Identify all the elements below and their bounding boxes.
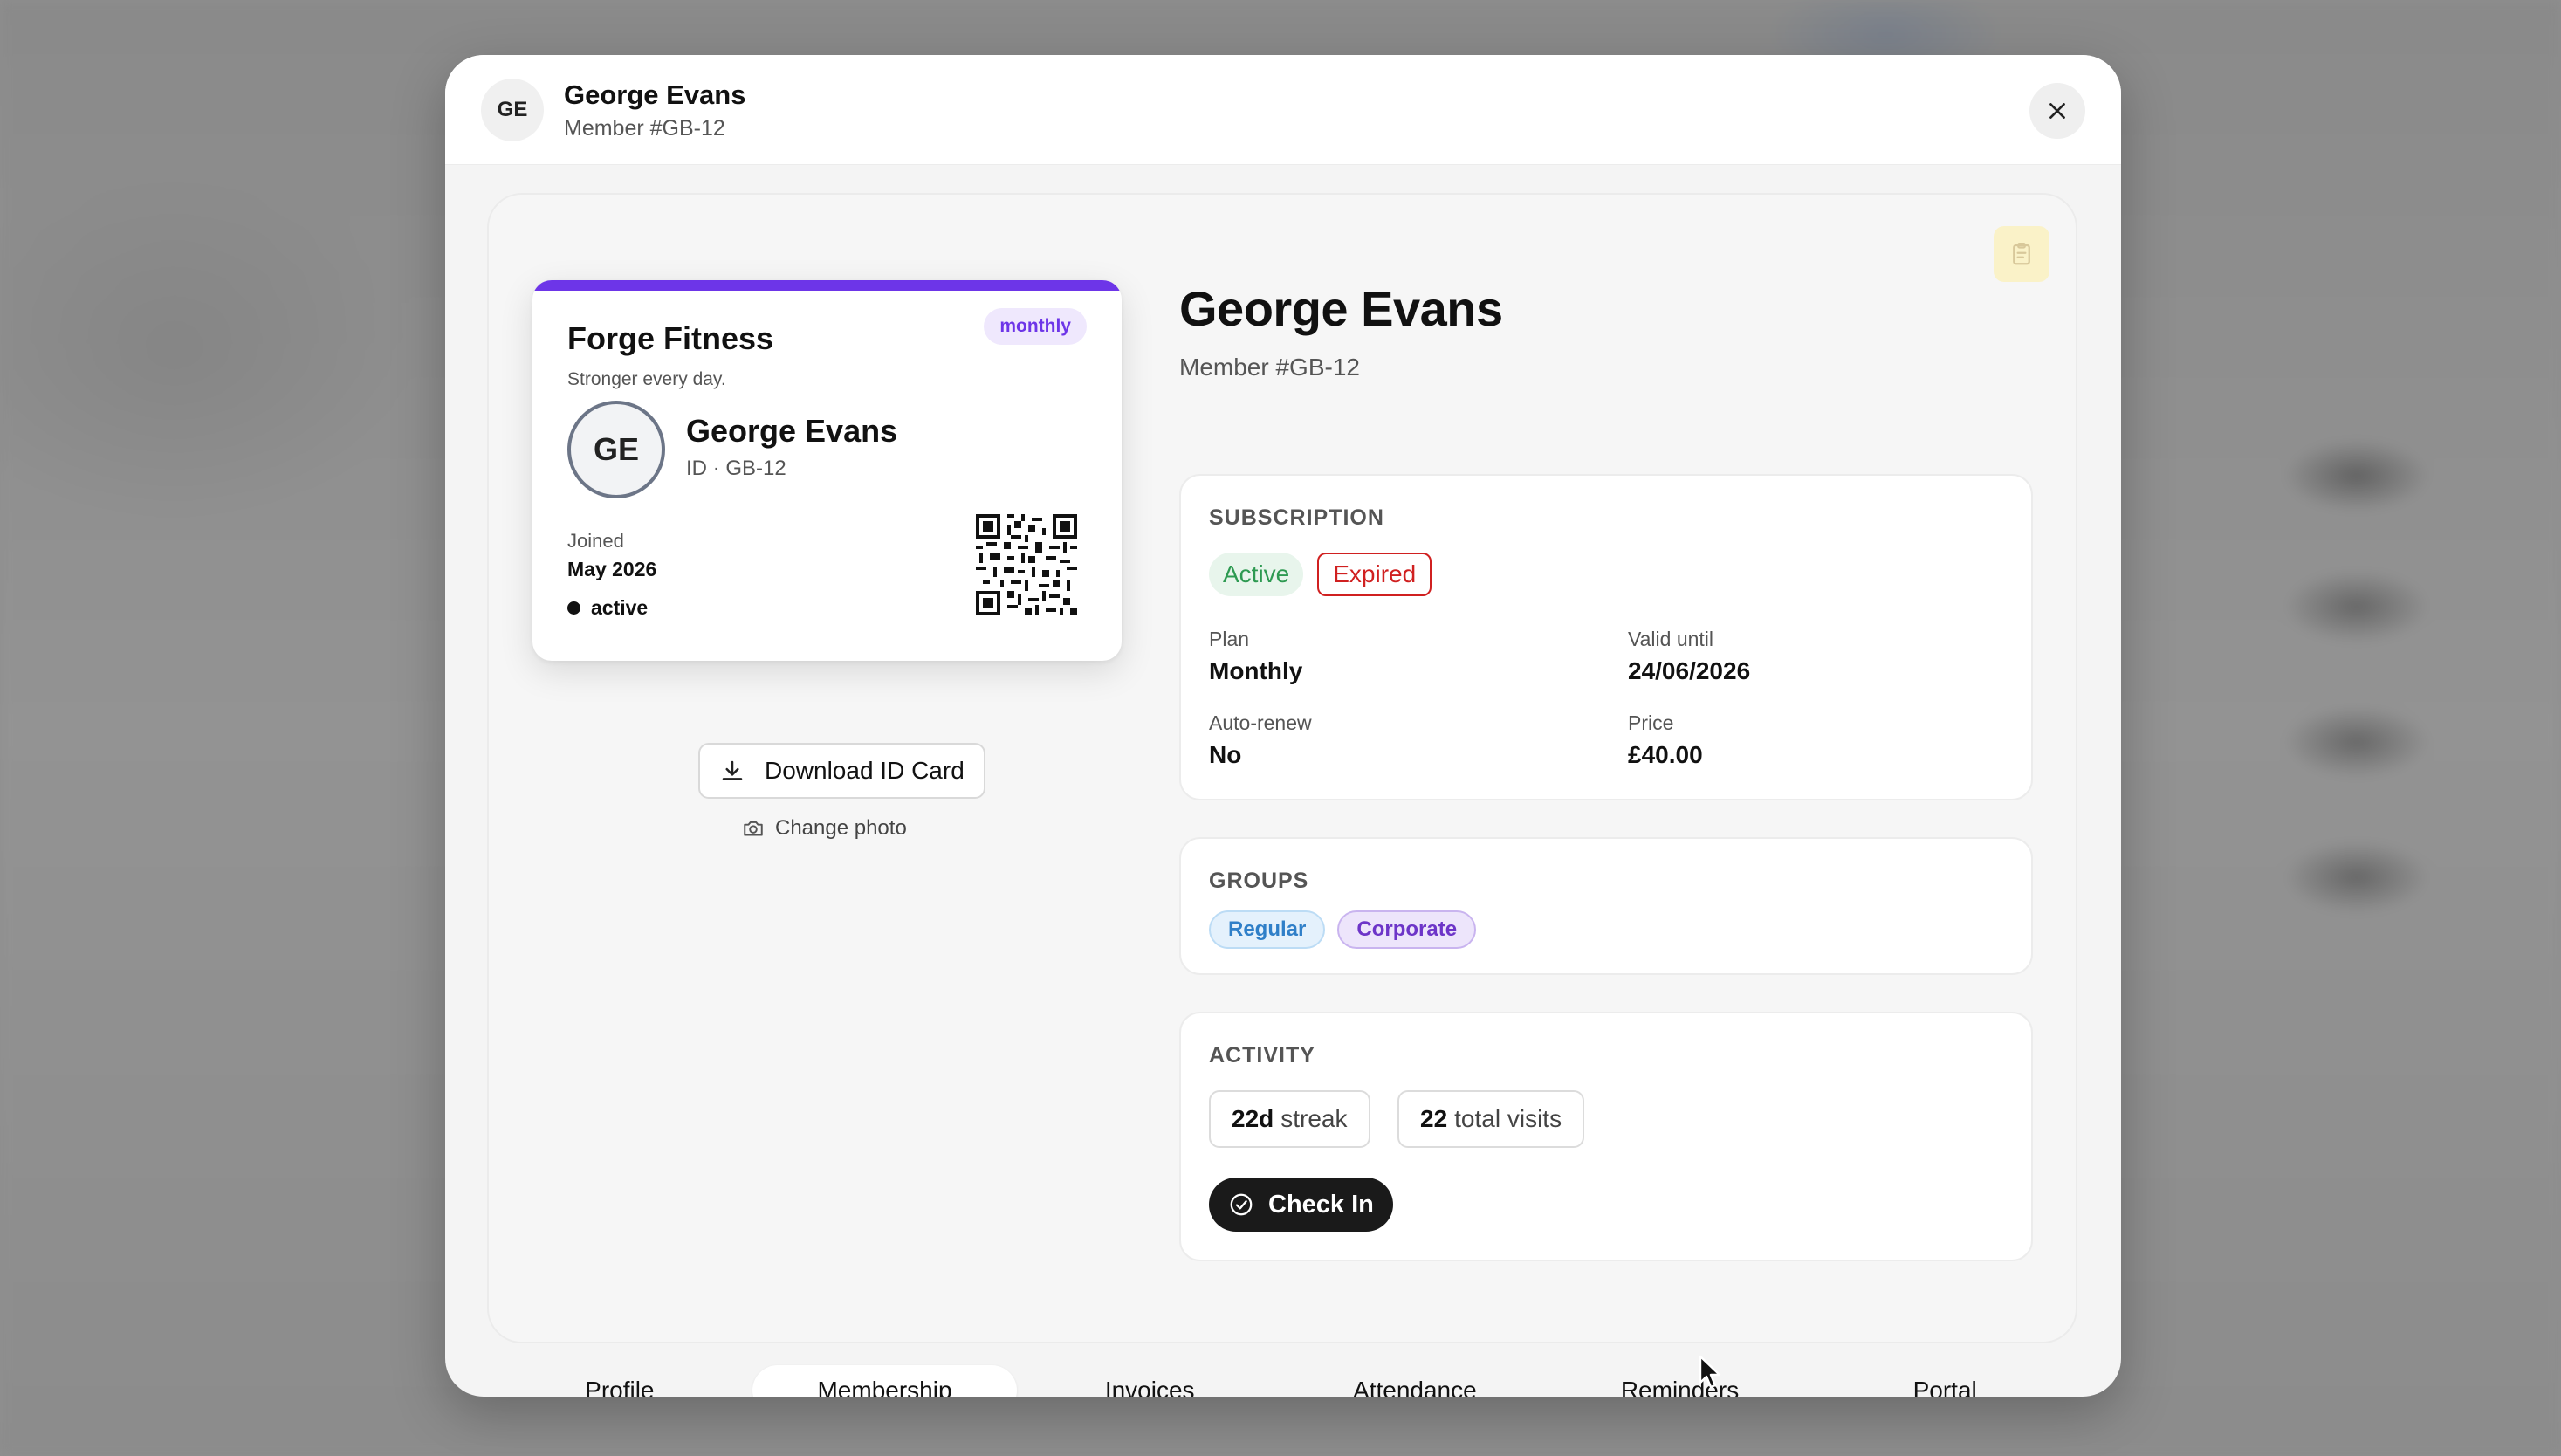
plan-label: Plan [1209,628,1250,650]
check-circle-icon [1230,1193,1253,1216]
plan-value: Monthly [1209,657,1303,684]
joined-value: May 2026 [567,558,657,580]
check-in-label: Check In [1268,1190,1374,1219]
download-id-card-button[interactable]: Download ID Card [698,743,985,799]
status-text: active [591,596,649,619]
tab-attendance[interactable]: Attendance [1282,1365,1548,1397]
modal-header: GE George Evans Member #GB-12 [445,55,2121,165]
activity-panel: ACTIVITY 22d streak 22 total visits Chec… [1179,1012,2033,1261]
clipboard-icon [2013,243,2030,265]
group-tag-regular[interactable]: Regular [1209,910,1326,949]
tab-invoices[interactable]: Invoices [1017,1365,1282,1397]
subscription-panel: SUBSCRIPTION Active Expired Plan Monthly… [1179,474,2033,800]
status-badge-expired: Expired [1317,553,1432,596]
header-member-number: Member #GB-12 [564,116,725,141]
tab-portal[interactable]: Portal [1812,1365,2077,1397]
change-photo-label: Change photo [775,816,907,840]
gym-name: Forge Fitness [567,320,774,356]
visits-value: 22 [1420,1105,1448,1132]
price-value: £40.00 [1628,741,1703,768]
header-avatar: GE [481,79,544,141]
visits-stat: 22 total visits [1397,1090,1585,1148]
check-in-button[interactable]: Check In [1209,1178,1393,1232]
close-icon [2049,103,2065,119]
tab-bar: Profile Membership Invoices Attendance R… [487,1363,2077,1397]
card-accent-bar [532,280,1122,291]
membership-content: Forge Fitness Stronger every day. monthl… [487,193,2077,1343]
member-number: Member #GB-12 [1179,354,1360,381]
mouse-cursor-icon [1699,1355,1721,1389]
camera-icon [744,821,763,836]
header-member-name: George Evans [564,79,746,110]
qr-code-icon [976,514,1077,615]
activity-title: ACTIVITY [1209,1043,1315,1068]
tab-membership[interactable]: Membership [752,1365,1018,1397]
groups-title: GROUPS [1209,869,1309,893]
member-name-heading: George Evans [1179,281,1503,336]
card-member-id: ID · GB-12 [686,457,786,480]
member-id-card: Forge Fitness Stronger every day. monthl… [532,280,1122,661]
card-status: active [567,596,648,620]
status-dot [567,601,580,615]
status-badge-active: Active [1209,553,1304,596]
download-label: Download ID Card [765,757,965,784]
streak-stat: 22d streak [1209,1090,1370,1148]
download-icon [722,760,743,780]
gym-tagline: Stronger every day. [567,369,726,389]
group-tag-corporate[interactable]: Corporate [1337,910,1477,949]
card-avatar: GE [567,401,665,498]
visits-label: total visits [1454,1105,1562,1132]
change-photo-link[interactable]: Change photo [742,816,907,841]
streak-label: streak [1280,1105,1348,1132]
groups-panel: GROUPS Regular Corporate [1179,837,2033,975]
auto-renew-label: Auto-renew [1209,711,1312,734]
streak-value: 22d [1232,1105,1274,1132]
auto-renew-value: No [1209,741,1242,768]
notes-button[interactable] [1994,226,2049,282]
member-modal: GE George Evans Member #GB-12 Forge Fitn… [445,55,2121,1397]
tab-profile[interactable]: Profile [487,1365,752,1397]
price-label: Price [1628,711,1674,734]
joined-label: Joined [567,530,624,552]
tab-reminders[interactable]: Reminders [1548,1365,1813,1397]
valid-until-label: Valid until [1628,628,1714,650]
close-button[interactable] [2029,83,2085,139]
plan-badge: monthly [984,308,1087,345]
subscription-title: SUBSCRIPTION [1209,505,1384,530]
valid-until-value: 24/06/2026 [1628,657,1751,684]
card-member-name: George Evans [686,413,898,449]
